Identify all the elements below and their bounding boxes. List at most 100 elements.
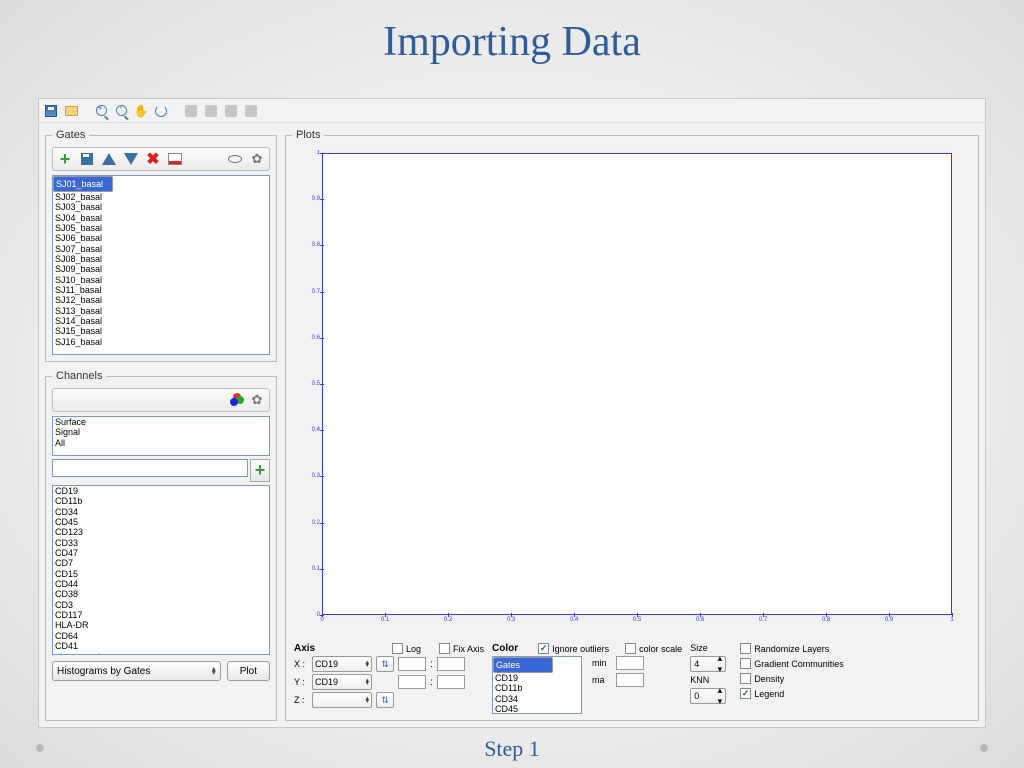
list-item[interactable]: CD19 [493, 673, 581, 683]
list-item[interactable]: CD64 [53, 631, 269, 641]
rotate-icon[interactable] [153, 103, 169, 119]
gates-listbox[interactable]: SJ01_basalSJ02_basalSJ03_basalSJ04_basal… [52, 175, 270, 355]
list-item[interactable]: SJ09_basal [53, 264, 269, 274]
disabled-tool-3-icon [223, 103, 239, 119]
view-gate-icon[interactable] [225, 150, 245, 168]
slide-step: Step 1 [0, 736, 1024, 762]
list-item[interactable]: SJ05_basal [53, 223, 269, 233]
delete-gate-icon[interactable]: ✖ [143, 150, 163, 168]
add-channel-button[interactable]: + [250, 459, 270, 482]
gates-panel: Gates + ✖ ✿ SJ01_basalSJ02_basalSJ03_bas… [45, 129, 277, 362]
y-max-input[interactable] [437, 675, 465, 689]
list-item[interactable]: SJ15_basal [53, 326, 269, 336]
list-item[interactable]: SJ01_basal [53, 176, 113, 192]
x-label: X : [294, 659, 308, 669]
swap-xy-button[interactable]: ⇅ [376, 656, 394, 672]
list-item[interactable]: CD7 [53, 558, 269, 568]
density-checkbox[interactable]: Density [740, 673, 844, 684]
channels-listbox[interactable]: CD19CD11bCD34CD45CD123CD33CD47CD7CD15CD4… [52, 485, 270, 655]
list-item[interactable]: CD19 [53, 486, 269, 496]
x-max-input[interactable] [437, 657, 465, 671]
list-item[interactable]: SJ02_basal [53, 192, 269, 202]
plot-area[interactable]: 00.10.20.30.40.50.60.70.80.91 00.10.20.3… [292, 147, 972, 639]
open-folder-icon[interactable] [63, 103, 79, 119]
list-item[interactable]: SJ03_basal [53, 202, 269, 212]
save-icon[interactable] [43, 103, 59, 119]
size-spinner[interactable]: 4▴▾ [690, 656, 726, 672]
plot-type-combo[interactable]: Histograms by Gates▴▾ [52, 661, 221, 681]
gate-chart-icon[interactable] [165, 150, 185, 168]
list-item[interactable]: SJ12_basal [53, 295, 269, 305]
list-item[interactable]: CD44 [53, 579, 269, 589]
list-item[interactable]: SJ16_basal [53, 337, 269, 347]
move-down-icon[interactable] [121, 150, 141, 168]
y-label: Y : [294, 677, 308, 687]
pan-hand-icon[interactable]: ✋ [133, 103, 149, 119]
y-min-input[interactable] [398, 675, 426, 689]
list-item[interactable]: Signal [53, 427, 269, 437]
color-head: Color [492, 643, 518, 654]
save-gate-icon[interactable] [77, 150, 97, 168]
swap-yz-button[interactable]: ⇅ [376, 692, 394, 708]
list-item[interactable]: CD33 [53, 538, 269, 548]
list-item[interactable]: All [53, 438, 269, 448]
list-item[interactable]: Surface [53, 417, 269, 427]
list-item[interactable]: CD41 [53, 641, 269, 651]
list-item[interactable]: SJ04_basal [53, 213, 269, 223]
legend-checkbox[interactable]: ✓Legend [740, 688, 844, 699]
list-item[interactable]: Gates [493, 657, 553, 673]
list-item[interactable]: CD47 [53, 548, 269, 558]
disabled-tool-1-icon [183, 103, 199, 119]
z-axis-select[interactable]: ▴▾ [312, 692, 372, 708]
color-min-input[interactable] [616, 656, 644, 670]
randomize-layers-checkbox[interactable]: Randomize Layers [740, 643, 844, 654]
list-item[interactable]: SJ08_basal [53, 254, 269, 264]
y-axis-select[interactable]: CD19▴▾ [312, 674, 372, 690]
list-item[interactable]: SJ06_basal [53, 233, 269, 243]
list-item[interactable]: SJ14_basal [53, 316, 269, 326]
list-item[interactable]: CD34 [493, 694, 581, 704]
list-item[interactable]: CD34 [53, 507, 269, 517]
list-item[interactable]: phenograph [53, 652, 269, 656]
log-checkbox[interactable]: Log [392, 643, 421, 654]
list-item[interactable]: CD11b [493, 683, 581, 693]
channel-settings-icon[interactable]: ✿ [247, 391, 267, 409]
gate-settings-icon[interactable]: ✿ [247, 150, 267, 168]
move-up-icon[interactable] [99, 150, 119, 168]
list-item[interactable]: CD15 [53, 569, 269, 579]
channel-colors-icon[interactable] [225, 391, 245, 409]
list-item[interactable]: SJ10_basal [53, 275, 269, 285]
nav-next-icon [980, 744, 988, 752]
list-item[interactable]: SJ13_basal [53, 306, 269, 316]
plots-legend: Plots [292, 129, 324, 141]
list-item[interactable]: HLA-DR [53, 620, 269, 630]
list-item[interactable]: CD11b [53, 496, 269, 506]
knn-spinner[interactable]: 0▴▾ [690, 688, 726, 704]
list-item[interactable]: CD117 [53, 610, 269, 620]
z-label: Z : [294, 695, 308, 705]
add-channel-input[interactable] [52, 459, 248, 477]
disabled-tool-2-icon [203, 103, 219, 119]
list-item[interactable]: SJ11_basal [53, 285, 269, 295]
channel-groups-listbox[interactable]: SurfaceSignalAll [52, 416, 270, 456]
list-item[interactable]: SJ07_basal [53, 244, 269, 254]
zoom-in-icon[interactable] [93, 103, 109, 119]
color-max-input[interactable] [616, 673, 644, 687]
fix-axis-checkbox[interactable]: Fix Axis [439, 643, 484, 654]
ignore-outliers-checkbox[interactable]: ✓Ignore outliers [538, 643, 609, 654]
list-item[interactable]: CD45 [53, 517, 269, 527]
zoom-out-icon[interactable] [113, 103, 129, 119]
x-axis-select[interactable]: CD19▴▾ [312, 656, 372, 672]
gradient-communities-checkbox[interactable]: Gradient Communities [740, 658, 844, 669]
list-item[interactable]: CD3 [53, 600, 269, 610]
list-item[interactable]: CD45 [493, 704, 581, 714]
list-item[interactable]: CD123 [53, 527, 269, 537]
add-gate-icon[interactable]: + [55, 150, 75, 168]
color-by-listbox[interactable]: GatesCD19CD11bCD34CD45CD123CD33 [492, 656, 582, 714]
plot-button[interactable]: Plot [227, 661, 270, 681]
color-scale-checkbox[interactable]: color scale [625, 643, 682, 654]
plots-panel: Plots 00.10.20.30.40.50.60.70.80.91 00.1… [285, 129, 979, 721]
list-item[interactable]: CD38 [53, 589, 269, 599]
x-min-input[interactable] [398, 657, 426, 671]
main-toolbar: ✋ [39, 99, 985, 123]
